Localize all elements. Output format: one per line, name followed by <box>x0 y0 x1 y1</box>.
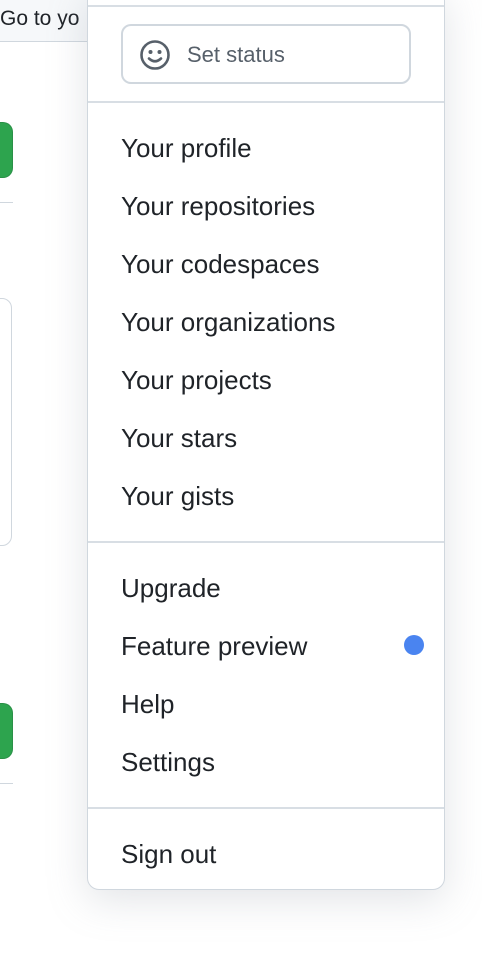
goto-text: Go to yo <box>0 7 80 30</box>
menu-item-your-stars[interactable]: Your stars <box>121 418 421 458</box>
menu-item-feature-preview[interactable]: Feature preview <box>121 626 421 666</box>
menu-item-your-codespaces[interactable]: Your codespaces <box>121 244 421 284</box>
menu-divider <box>88 807 444 809</box>
menu-divider <box>88 5 444 7</box>
menu-item-help[interactable]: Help <box>121 684 421 724</box>
page: Go to yo Set status Your profile Your re… <box>0 0 482 964</box>
green-button[interactable] <box>0 122 13 178</box>
menu-item-your-projects[interactable]: Your projects <box>121 360 421 400</box>
content-box <box>0 298 12 546</box>
smiley-icon <box>140 40 170 70</box>
green-button[interactable] <box>0 703 13 759</box>
menu-item-settings[interactable]: Settings <box>121 742 421 782</box>
menu-item-your-repositories[interactable]: Your repositories <box>121 186 421 226</box>
set-status-label: Set status <box>187 42 285 67</box>
menu-divider <box>88 101 444 103</box>
sign-out-button[interactable]: Sign out <box>121 834 421 874</box>
divider <box>0 202 13 203</box>
feature-preview-indicator <box>404 635 424 655</box>
divider <box>0 783 13 784</box>
menu-item-your-profile[interactable]: Your profile <box>121 128 421 168</box>
set-status-button[interactable]: Set status <box>121 24 411 84</box>
user-dropdown-menu: Set status Your profile Your repositorie… <box>87 0 445 890</box>
menu-divider <box>88 541 444 543</box>
menu-item-your-gists[interactable]: Your gists <box>121 476 421 516</box>
menu-item-upgrade[interactable]: Upgrade <box>121 568 421 608</box>
menu-item-your-organizations[interactable]: Your organizations <box>121 302 421 342</box>
